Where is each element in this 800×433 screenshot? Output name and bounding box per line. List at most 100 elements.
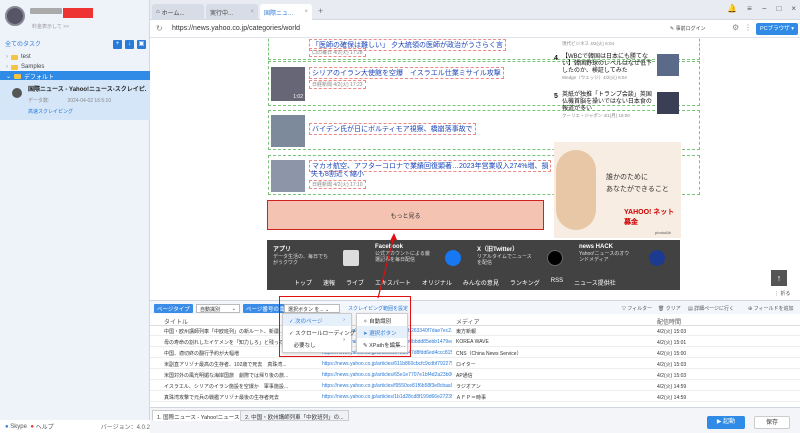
- ranking-number: 4: [554, 55, 558, 62]
- tab-home[interactable]: ⌂ ホーム...: [152, 4, 204, 20]
- bottom-bar: 1. 国際ニュース - Yahoo!ニュース 2. 中国・欧州講師列車「中欧班列…: [150, 407, 800, 433]
- ranking-item[interactable]: 4 【WBCで韓国は日本にも勝てない】韓国野球のレベルはなぜ低下したのか、検証し…: [554, 53, 694, 81]
- close-icon[interactable]: ×: [250, 9, 254, 15]
- pen-icon: ✎: [670, 26, 675, 32]
- url-input[interactable]: https://news.yahoo.co.jp/categories/worl…: [172, 25, 300, 32]
- annotation-highlight-box: [279, 296, 411, 357]
- folder-add-icon[interactable]: ▣: [137, 40, 146, 49]
- news-thumbnail[interactable]: [271, 115, 305, 147]
- ad-copy: 誰かのために: [606, 174, 648, 181]
- footer-app[interactable]: アプリ データ生活の、毎日でちがうクワク: [273, 244, 373, 276]
- x-icon: [547, 250, 563, 266]
- run-button[interactable]: ▶ 起動: [707, 416, 745, 429]
- footer-link[interactable]: ニュース提供社: [574, 278, 616, 287]
- ranking-number: 5: [554, 93, 558, 100]
- hands-image: [556, 150, 596, 230]
- page-tab-1[interactable]: 1. 国際ニュース - Yahoo!ニュース: [152, 410, 245, 421]
- yahoo-donation-logo: YAHOO! ネット募金: [624, 209, 675, 226]
- news-meta: 口の毎日 4/2(火) 17:28: [309, 48, 366, 57]
- reload-icon[interactable]: ↻: [156, 24, 163, 33]
- table-row[interactable]: 米副直アリゾナ最高の生存者、102歳で死去 真珠湾... https://new…: [150, 359, 800, 369]
- ranking-title[interactable]: 【WBCで韓国は日本にも勝てない】韓国野球のレベルはなぜ低下したのか、検証してみ…: [562, 54, 654, 75]
- footer-link[interactable]: RSS: [551, 278, 563, 287]
- tab-running[interactable]: 実行中... ×: [206, 4, 258, 20]
- photo-credit: photoAlb: [655, 230, 671, 235]
- pre-login-button[interactable]: ✎ 事前ログイン: [670, 25, 706, 32]
- skype-icon: ●: [5, 423, 9, 430]
- footer-news-hack[interactable]: news HACK Yahoo!ニュースのオウンドメディア: [579, 244, 679, 276]
- tree-folder-test[interactable]: › test: [0, 52, 150, 62]
- all-tasks-label[interactable]: 全てのタスク: [5, 42, 41, 48]
- footer-link[interactable]: ライブ: [346, 278, 364, 287]
- ad-copy: あなたができること: [606, 186, 669, 193]
- robot-icon: [12, 88, 22, 98]
- news-title[interactable]: バイデン氏が日にボルティモア視察、橋崩落事故で: [309, 123, 476, 135]
- bell-icon[interactable]: 🔔: [727, 4, 737, 13]
- news-title-line2[interactable]: 失も8割近く縮小: [309, 169, 366, 179]
- app-logo-icon: [5, 6, 25, 26]
- page-type-button[interactable]: ページタイプ: [154, 304, 193, 313]
- ranking-thumbnail[interactable]: [657, 92, 679, 114]
- table-row[interactable]: 米国対外の風光明媚な海岸国旅 劇際では帰り後の旅... https://news…: [150, 370, 800, 380]
- home-icon: ⌂: [156, 9, 160, 15]
- table-row[interactable]: 真珠湾攻撃で元兵の戦艦アリゾナ最後の生存者死去 https://news.yah…: [150, 392, 800, 402]
- help-link[interactable]: ヘルプ: [36, 422, 54, 431]
- new-task-icon[interactable]: +: [113, 40, 122, 49]
- collapse-button[interactable]: ⋮ 折る: [774, 290, 790, 297]
- ranking-item[interactable]: 現代ビジネス 4/2(火) 6:04: [554, 40, 694, 50]
- plan-link[interactable]: 料金表示して >>: [32, 23, 69, 30]
- extraction-toolbar: ページタイプ 自動識別 ⌄ ページ番号の識別 選択ボタン を... ⌄ スクレイ…: [150, 300, 800, 314]
- news-meta: 日経新聞 4/2(火) 17:23: [309, 80, 366, 89]
- table-row[interactable]: 中国、適切終の翻行予約が大幅増 https://news.yahoo.co.jp…: [150, 348, 800, 358]
- footer-facebook[interactable]: Facebook 公式アカウントによる厳選記事を毎日配信: [375, 244, 475, 276]
- task-status: 高速スクレイピング: [28, 109, 74, 115]
- close-icon[interactable]: ×: [304, 9, 308, 15]
- table-header: タイトル メディア 配信時間: [150, 314, 800, 326]
- table-row[interactable]: 母の寿命の割れしたイケメンを「知力しろ」と残って... https://news…: [150, 337, 800, 347]
- scroll-top-button[interactable]: ↑: [771, 270, 787, 286]
- folder-icon: [14, 73, 22, 79]
- donation-ad-banner[interactable]: 誰かのために あなたができること YAHOO! ネット募金 photoAlb: [554, 142, 681, 238]
- more-icon[interactable]: ⋮: [744, 23, 752, 32]
- footer-link[interactable]: ランキング: [510, 278, 540, 287]
- close-window-icon[interactable]: ×: [791, 4, 796, 13]
- footer-link[interactable]: トップ: [294, 278, 312, 287]
- table-row[interactable]: イスラエル、シリアのイラン施設を空爆か 軍事施設... https://news…: [150, 381, 800, 391]
- folder-icon: [11, 54, 18, 60]
- new-tab-icon[interactable]: +: [318, 6, 323, 16]
- footer-link[interactable]: みんなの意見: [463, 278, 499, 287]
- url-bar: ↻ https://news.yahoo.co.jp/categories/wo…: [150, 20, 800, 38]
- skype-link[interactable]: Skype: [10, 424, 27, 430]
- ranking-meta: Wedge（ウェッジ）4/2(火) 6:04: [562, 75, 627, 80]
- page-type-select[interactable]: 自動識別 ⌄: [196, 304, 240, 313]
- maximize-icon[interactable]: □: [776, 4, 781, 13]
- ranking-thumbnail[interactable]: [657, 54, 679, 76]
- detail-page-button[interactable]: ▤ 詳細ページに行く: [688, 305, 734, 312]
- sidebar: 料金表示して >> 全てのタスク + ↓ ▣ › test › Samples ⌄ デ…: [0, 0, 150, 420]
- tab-world-news[interactable]: 国際ニュ... ×: [260, 4, 312, 20]
- add-field-button[interactable]: ⊕ フィールドを追加: [748, 305, 793, 312]
- filter-button[interactable]: ▽ フィルター: [622, 305, 652, 312]
- news-thumbnail[interactable]: [271, 160, 305, 192]
- sidebar-footer: ● Skype ● ヘルプ バージョン：4.0.2: [0, 420, 150, 433]
- facebook-icon: [445, 250, 461, 266]
- table-row[interactable]: 中国・欧州講師列車「中欧班列」の新ルート、新疆... https://news.…: [150, 326, 800, 336]
- pc-browser-select[interactable]: PCブラウザ ▾: [756, 23, 798, 35]
- ranking-title[interactable]: 英紙が独推「トランプ会談」英国仏機首脳を操いではない日本食の報道が多い: [562, 92, 654, 113]
- footer-link[interactable]: 速報: [323, 278, 335, 287]
- footer-link[interactable]: エキスパート: [375, 278, 411, 287]
- minimize-icon[interactable]: −: [762, 4, 767, 13]
- task-item[interactable]: 国際ニュース - Yahoo!ニュース-スクレイピ... データ数: 2024-…: [0, 80, 150, 120]
- footer-link[interactable]: オリジナル: [422, 278, 452, 287]
- save-button[interactable]: 保存: [754, 416, 790, 429]
- more-button[interactable]: もっと見る: [267, 200, 544, 230]
- footer-x[interactable]: X（旧Twitter） リアルタイムでニュースを配信: [477, 244, 577, 276]
- import-icon[interactable]: ↓: [125, 40, 134, 49]
- page-tab-2[interactable]: 2. 中国・欧州講師列車「中欧班列」の...: [240, 410, 349, 421]
- settings-icon[interactable]: ⚙: [732, 23, 739, 32]
- clear-button[interactable]: 🗑 クリア: [658, 305, 681, 312]
- menu-icon[interactable]: ≡: [747, 4, 752, 13]
- ranking-item[interactable]: 5 英紙が独推「トランプ会談」英国仏機首脳を操いではない日本食の報道が多い クー…: [554, 91, 694, 119]
- news-thumbnail[interactable]: 1:02: [271, 67, 305, 101]
- news-title[interactable]: シリアのイラン大使館を空爆 イスラエル仕業ミサイル攻撃: [309, 67, 504, 79]
